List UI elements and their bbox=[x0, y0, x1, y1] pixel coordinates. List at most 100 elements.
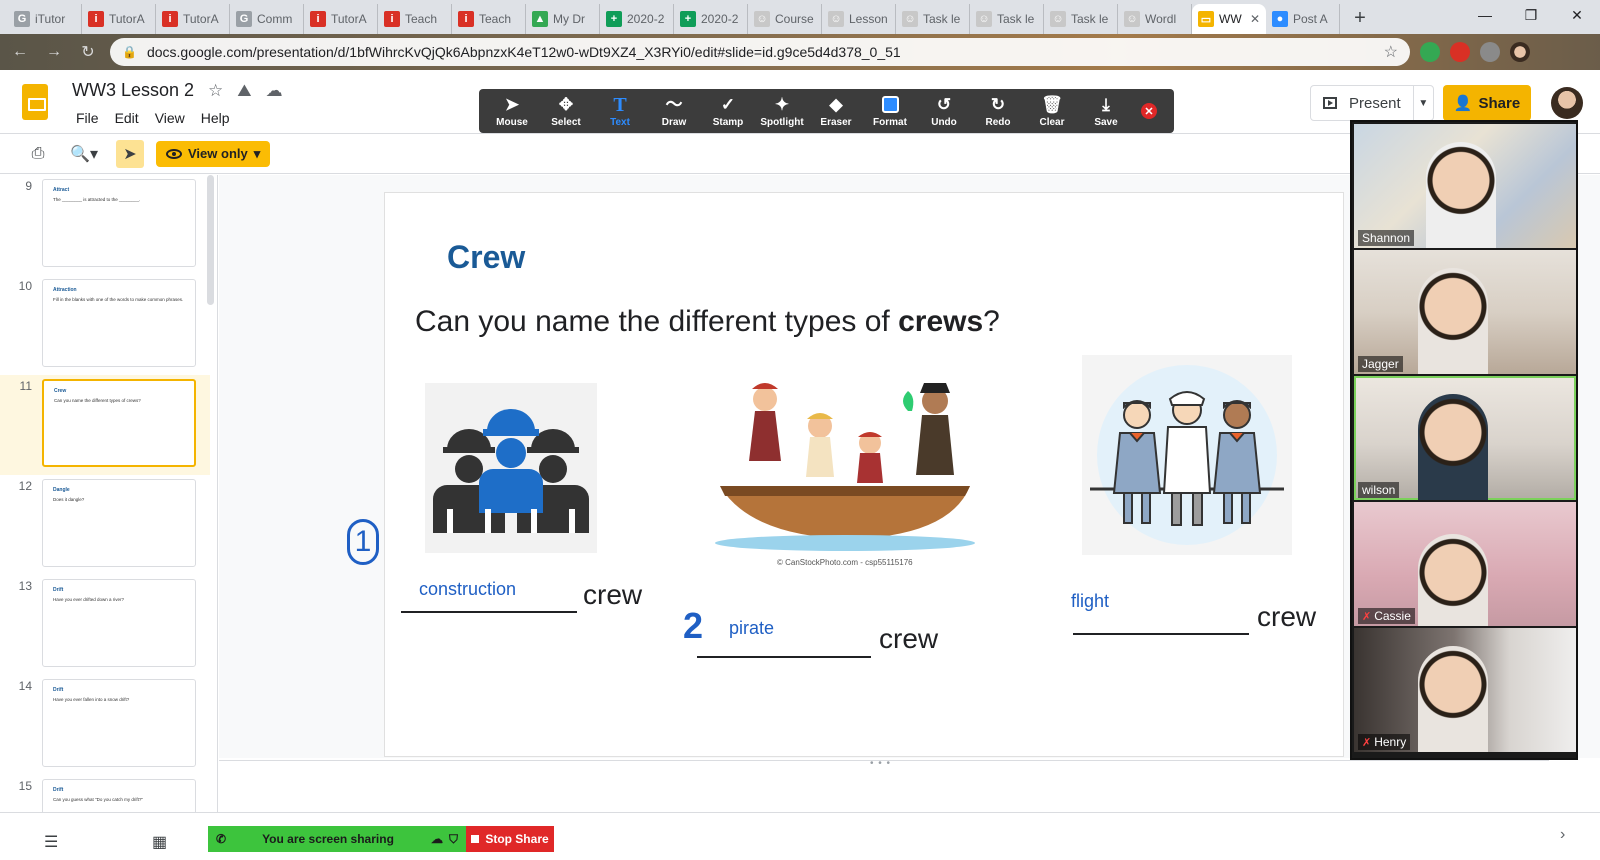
thumbnail-subtitle: Have you ever fallen into a snow drift? bbox=[53, 697, 130, 702]
slide-thumbnail[interactable]: Drift Can you guess what "Do you catch my… bbox=[42, 779, 196, 812]
document-title[interactable]: WW3 Lesson 2 bbox=[72, 80, 194, 101]
close-window-button[interactable]: ✕ bbox=[1554, 0, 1600, 30]
participant-video-tile[interactable]: ✗ Cassie bbox=[1354, 502, 1576, 626]
extension-icon[interactable] bbox=[1420, 42, 1440, 62]
notes-resize-handle[interactable]: • • • bbox=[870, 758, 891, 769]
browser-tab[interactable]: i Teach bbox=[452, 4, 526, 34]
select-cursor-icon[interactable]: ➤ bbox=[116, 139, 144, 168]
stamp-check-icon: ✓ bbox=[720, 94, 736, 114]
tab-favicon-icon: i bbox=[384, 11, 400, 27]
slide-thumbnail-row[interactable]: 10 Attraction Fill in the blanks with one … bbox=[0, 275, 210, 375]
slide-thumbnail-row[interactable]: 11 Crew Can you name the different types o… bbox=[0, 375, 210, 475]
browser-tab[interactable]: ☺ Course bbox=[748, 4, 822, 34]
annotate-spotlight-button[interactable]: ✦ Spotlight bbox=[755, 89, 809, 133]
tab-label: My Dr bbox=[553, 12, 585, 26]
account-avatar[interactable] bbox=[1551, 87, 1583, 119]
slide-thumbnail[interactable]: Crew Can you name the different types of … bbox=[42, 379, 196, 467]
browser-tab[interactable]: ▲ My Dr bbox=[526, 4, 600, 34]
reload-icon[interactable]: ↻ bbox=[76, 40, 100, 64]
forward-icon[interactable]: → bbox=[42, 40, 66, 64]
slide-thumbnail-row[interactable]: 15 Drift Can you guess what "Do you catch … bbox=[0, 775, 210, 812]
browser-tab[interactable]: G Comm bbox=[230, 4, 304, 34]
cloud-status-icon[interactable]: ☁ bbox=[266, 81, 283, 101]
google-slides-logo-icon[interactable] bbox=[22, 84, 48, 120]
annotate-stamp-button[interactable]: ✓ Stamp bbox=[701, 89, 755, 133]
slide-thumbnail[interactable]: Dangle Does it dangle? bbox=[42, 479, 196, 567]
slide-thumbnail[interactable]: Drift Have you ever fallen into a snow dr… bbox=[42, 679, 196, 767]
annotate-undo-button[interactable]: ↺ Undo bbox=[917, 89, 971, 133]
url-bar[interactable]: 🔒 docs.google.com/presentation/d/1bfWihr… bbox=[110, 38, 1410, 66]
close-tab-icon[interactable]: ✕ bbox=[1250, 12, 1260, 26]
browser-tab[interactable]: ☺ Lesson bbox=[822, 4, 896, 34]
zoom-icon[interactable]: 🔍▾ bbox=[64, 140, 104, 168]
annotate-tool-label: Undo bbox=[931, 116, 957, 128]
browser-tab[interactable]: i TutorA bbox=[82, 4, 156, 34]
star-icon[interactable]: ☆ bbox=[208, 81, 223, 101]
browser-tab[interactable]: i Teach bbox=[378, 4, 452, 34]
browser-tab[interactable]: ▭ WW ✕ bbox=[1192, 4, 1266, 34]
participant-video-tile[interactable]: Shannon bbox=[1354, 124, 1576, 248]
stop-share-button[interactable]: Stop Share bbox=[466, 826, 554, 852]
tab-label: Teach bbox=[479, 12, 512, 26]
menu-file[interactable]: File bbox=[70, 108, 105, 128]
slide-thumbnail[interactable]: Drift Have you ever drifted down a river? bbox=[42, 579, 196, 667]
browser-tab[interactable]: ☺ Task le bbox=[896, 4, 970, 34]
extension-icon[interactable] bbox=[1450, 42, 1470, 62]
restore-button[interactable]: ❐ bbox=[1508, 0, 1554, 30]
close-annotation-icon[interactable]: ✕ bbox=[1141, 103, 1157, 119]
annotate-clear-button[interactable]: 🗑 Clear bbox=[1025, 89, 1079, 133]
browser-tab[interactable]: ☺ Wordl bbox=[1118, 4, 1192, 34]
chevron-right-icon[interactable]: › bbox=[1560, 826, 1565, 844]
participant-video-tile[interactable]: wilson bbox=[1354, 376, 1576, 500]
present-button[interactable]: Present ▼ bbox=[1310, 85, 1434, 121]
redo-icon: ↻ bbox=[990, 94, 1006, 114]
browser-tab[interactable]: ● Post A bbox=[1266, 4, 1340, 34]
grid-view-icon[interactable]: ▦ bbox=[152, 832, 167, 852]
thumbnail-title: Attraction bbox=[53, 287, 77, 293]
browser-tab[interactable]: ☺ Task le bbox=[1044, 4, 1118, 34]
minimize-button[interactable]: — bbox=[1462, 0, 1508, 30]
present-dropdown-icon[interactable]: ▼ bbox=[1412, 86, 1433, 120]
slide-thumbnail[interactable]: Attraction Fill in the blanks with one of… bbox=[42, 279, 196, 367]
back-icon[interactable]: ← bbox=[8, 40, 32, 64]
annotate-save-button[interactable]: ⤓ Save bbox=[1079, 89, 1133, 133]
annotate-redo-button[interactable]: ↻ Redo bbox=[971, 89, 1025, 133]
menu-edit[interactable]: Edit bbox=[109, 108, 145, 128]
new-tab-button[interactable]: + bbox=[1346, 4, 1374, 32]
filmstrip-view-icon[interactable]: ☰ bbox=[44, 832, 58, 852]
print-icon[interactable]: ⎙ bbox=[24, 140, 52, 168]
browser-tab[interactable]: +2020-2 bbox=[674, 4, 748, 34]
slide-thumbnail-row[interactable]: 9 Attract The ________ is attracted to the… bbox=[0, 175, 210, 275]
extensions-puzzle-icon[interactable] bbox=[1480, 42, 1500, 62]
eye-icon bbox=[166, 148, 182, 159]
menu-help[interactable]: Help bbox=[195, 108, 236, 128]
thumbnail-title: Drift bbox=[53, 587, 64, 593]
browser-tab[interactable]: i TutorA bbox=[156, 4, 230, 34]
annotate-format-button[interactable]: Format bbox=[863, 89, 917, 133]
browser-tab[interactable]: i TutorA bbox=[304, 4, 378, 34]
participant-video-tile[interactable]: ✗ Henry bbox=[1354, 628, 1576, 752]
move-to-drive-icon[interactable]: ⛰ bbox=[237, 81, 251, 101]
tab-favicon-icon: + bbox=[606, 11, 622, 27]
bookmark-star-icon[interactable]: ☆ bbox=[1384, 42, 1398, 62]
share-button[interactable]: 👤 Share bbox=[1443, 85, 1531, 121]
browser-tab[interactable]: GiTutor bbox=[8, 4, 82, 34]
view-only-dropdown[interactable]: View only ▾ bbox=[156, 140, 271, 167]
participant-video-tile[interactable]: Jagger bbox=[1354, 250, 1576, 374]
browser-tab[interactable]: +2020-2 bbox=[600, 4, 674, 34]
browser-tab[interactable]: ☺ Task le bbox=[970, 4, 1044, 34]
annotate-draw-button[interactable]: 〜 Draw bbox=[647, 89, 701, 133]
annotate-mouse-button[interactable]: ➤ Mouse bbox=[485, 89, 539, 133]
annotate-text-button[interactable]: T Text bbox=[593, 89, 647, 133]
profile-avatar-icon[interactable] bbox=[1510, 42, 1530, 62]
eraser-icon: ◆ bbox=[829, 94, 843, 114]
slide-thumbnail[interactable]: Attract The ________ is attracted to the … bbox=[42, 179, 196, 267]
slide-thumbnail-row[interactable]: 12 Dangle Does it dangle? bbox=[0, 475, 210, 575]
annotate-eraser-button[interactable]: ◆ Eraser bbox=[809, 89, 863, 133]
slide-thumbnail-row[interactable]: 13 Drift Have you ever drifted down a rive… bbox=[0, 575, 210, 675]
slide-thumbnail-row[interactable]: 14 Drift Have you ever fallen into a snow … bbox=[0, 675, 210, 775]
annotate-select-button[interactable]: ✥ Select bbox=[539, 89, 593, 133]
menu-view[interactable]: View bbox=[149, 108, 191, 128]
filmstrip-scrollbar[interactable] bbox=[207, 175, 214, 305]
participant-name-label: wilson bbox=[1358, 482, 1400, 498]
